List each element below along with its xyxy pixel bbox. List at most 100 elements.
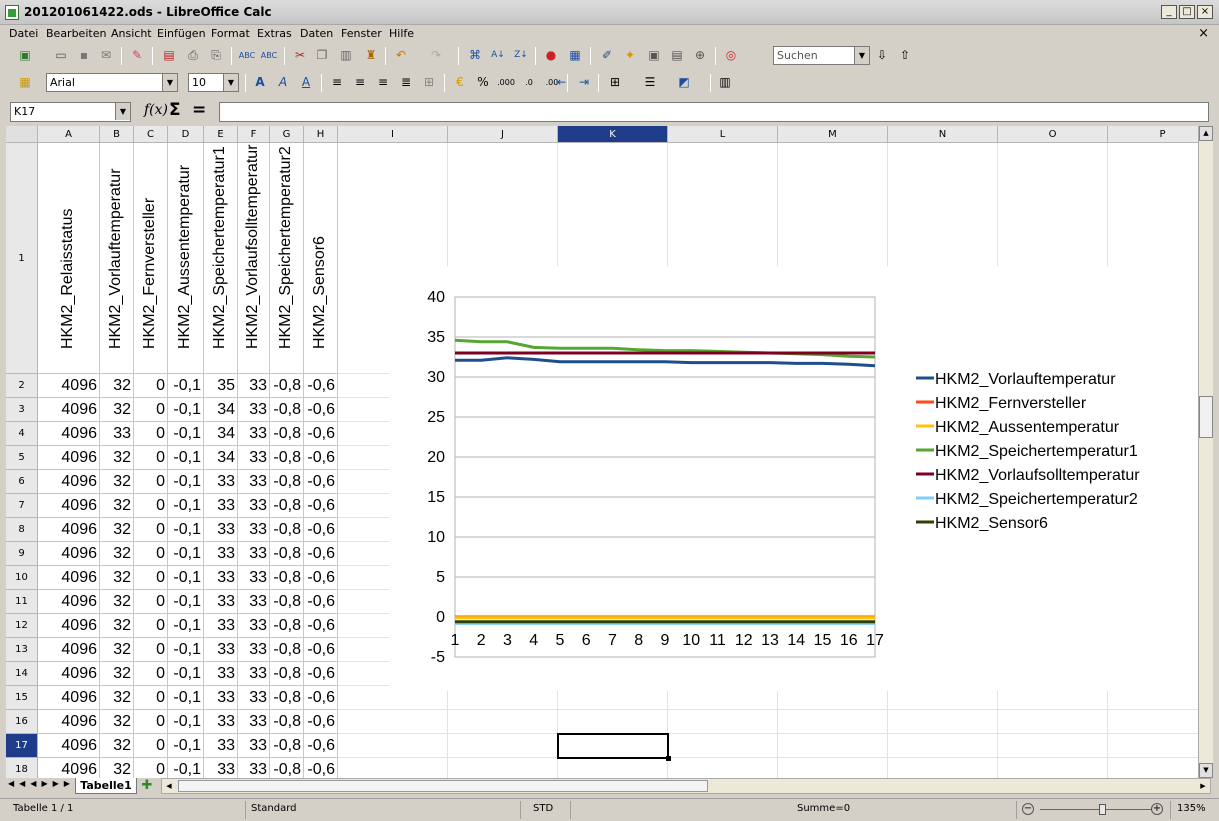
table-cell[interactable]: -0,8 <box>270 614 304 638</box>
column-header-l[interactable]: L <box>668 126 778 143</box>
font-name-input[interactable]: Arial ▼ <box>46 73 178 92</box>
table-cell[interactable]: -0,1 <box>168 686 204 710</box>
row-header-13[interactable]: 13 <box>6 638 38 662</box>
table-cell[interactable]: 33 <box>238 422 270 446</box>
column-header-p[interactable]: P <box>1108 126 1198 143</box>
table-cell[interactable]: 4096 <box>38 638 100 662</box>
table-cell[interactable]: 32 <box>100 614 134 638</box>
row-header-15[interactable]: 15 <box>6 686 38 710</box>
table-cell[interactable]: 0 <box>134 614 168 638</box>
row-header-17[interactable]: 17 <box>6 734 38 758</box>
minimize-button[interactable]: _ <box>1161 5 1177 19</box>
font-name-dropdown-icon[interactable]: ▼ <box>162 74 177 91</box>
column-header-m[interactable]: M <box>778 126 888 143</box>
table-cell[interactable]: 4096 <box>38 662 100 686</box>
table-cell[interactable]: 32 <box>100 446 134 470</box>
pivot-table-icon[interactable]: ▦ <box>566 47 584 64</box>
table-cell[interactable]: 33 <box>238 710 270 734</box>
table-cell[interactable]: 4096 <box>38 374 100 398</box>
table-cell[interactable]: -0,6 <box>304 662 338 686</box>
table-cell[interactable]: 4096 <box>38 686 100 710</box>
status-selection-mode[interactable]: STD <box>533 803 553 814</box>
navigator-icon[interactable]: ✦ <box>621 47 639 64</box>
column-header-n[interactable]: N <box>888 126 998 143</box>
table-cell[interactable]: 32 <box>100 710 134 734</box>
table-cell[interactable]: 33 <box>238 446 270 470</box>
table-cell[interactable]: 32 <box>100 398 134 422</box>
open-icon[interactable]: ▭ <box>52 47 70 64</box>
close-window-button[interactable]: × <box>1197 5 1213 19</box>
table-cell[interactable]: -0,8 <box>270 590 304 614</box>
row-header-2[interactable]: 2 <box>6 374 38 398</box>
line-chart[interactable]: -5 0 5 10 15 20 25 30 35 40 1 2 3 4 5 6 7 8 9 10 11 12 13 14 15 1… <box>389 266 1198 691</box>
table-cell[interactable]: -0,6 <box>304 614 338 638</box>
chart-icon[interactable]: ● <box>542 47 560 64</box>
table-cell[interactable]: -0,8 <box>270 446 304 470</box>
currency-icon[interactable]: € <box>451 74 469 91</box>
undo-icon[interactable]: ↶ <box>392 47 410 64</box>
add-sheet-icon[interactable]: ✚ <box>139 779 155 793</box>
table-cell[interactable]: -0,1 <box>168 662 204 686</box>
menu-extras[interactable]: Extras <box>257 27 292 40</box>
table-cell[interactable]: 33 <box>204 734 238 758</box>
table-cell[interactable]: 0 <box>134 494 168 518</box>
table-cell[interactable]: 4096 <box>38 446 100 470</box>
table-cell[interactable]: 34 <box>204 446 238 470</box>
toggle-grid-icon[interactable]: ▥ <box>716 74 734 91</box>
table-cell[interactable]: 33 <box>204 518 238 542</box>
table-cell[interactable]: 32 <box>100 542 134 566</box>
table-cell[interactable]: -0,8 <box>270 566 304 590</box>
paste-icon[interactable]: ▥ <box>337 47 355 64</box>
table-cell[interactable]: 4096 <box>38 542 100 566</box>
table-cell[interactable]: 34 <box>204 398 238 422</box>
header-cell[interactable]: HKM2_Fernversteller <box>134 143 168 374</box>
cell-cursor-k17[interactable] <box>557 733 671 761</box>
print-icon[interactable]: ⎙ <box>184 47 202 64</box>
table-cell[interactable]: 33 <box>204 710 238 734</box>
styles-icon[interactable]: ▦ <box>16 74 34 91</box>
row-header-18[interactable]: 18 <box>6 758 38 778</box>
table-cell[interactable]: 33 <box>204 542 238 566</box>
sheet-tab-tabelle1[interactable]: Tabelle1 <box>75 778 137 794</box>
column-header-i[interactable]: I <box>338 126 448 143</box>
table-cell[interactable]: 33 <box>238 758 270 778</box>
table-cell[interactable]: 0 <box>134 734 168 758</box>
maximize-button[interactable]: □ <box>1179 5 1195 19</box>
row-header-16[interactable]: 16 <box>6 710 38 734</box>
table-cell[interactable]: 33 <box>204 494 238 518</box>
table-cell[interactable]: 32 <box>100 758 134 778</box>
row-header-14[interactable]: 14 <box>6 662 38 686</box>
search-input[interactable]: Suchen ▼ <box>773 46 870 65</box>
select-all-corner[interactable] <box>6 126 38 143</box>
table-cell[interactable]: 33 <box>204 614 238 638</box>
table-cell[interactable]: 4096 <box>38 422 100 446</box>
table-cell[interactable]: 0 <box>134 398 168 422</box>
help-icon[interactable]: ◎ <box>722 47 740 64</box>
underline-icon[interactable]: A <box>297 74 315 91</box>
column-header-o[interactable]: O <box>998 126 1108 143</box>
email-icon[interactable]: ✉ <box>97 47 115 64</box>
row-header-8[interactable]: 8 <box>6 518 38 542</box>
clone-formatting-icon[interactable]: ♜ <box>362 47 380 64</box>
bold-icon[interactable]: A <box>251 74 269 91</box>
table-cell[interactable]: 4096 <box>38 494 100 518</box>
table-cell[interactable]: 4096 <box>38 614 100 638</box>
save-icon[interactable]: ▪ <box>75 47 93 64</box>
table-cell[interactable]: 32 <box>100 590 134 614</box>
status-page-style[interactable]: Standard <box>251 803 297 814</box>
find-next-icon[interactable]: ⇩ <box>873 47 891 64</box>
table-cell[interactable]: -0,8 <box>270 398 304 422</box>
table-cell[interactable]: 4096 <box>38 566 100 590</box>
table-cell[interactable]: 33 <box>238 494 270 518</box>
table-cell[interactable]: -0,1 <box>168 542 204 566</box>
table-cell[interactable]: 33 <box>204 662 238 686</box>
sum-icon[interactable]: Σ <box>169 100 181 120</box>
italic-icon[interactable]: A <box>274 74 292 91</box>
table-cell[interactable]: -0,1 <box>168 470 204 494</box>
hyperlink-icon[interactable]: ⌘ <box>466 47 484 64</box>
menu-bearbeiten[interactable]: Bearbeiten <box>46 27 106 40</box>
zoom-slider[interactable] <box>1040 809 1152 810</box>
table-cell[interactable]: -0,8 <box>270 494 304 518</box>
table-cell[interactable]: -0,8 <box>270 638 304 662</box>
table-cell[interactable]: -0,1 <box>168 638 204 662</box>
